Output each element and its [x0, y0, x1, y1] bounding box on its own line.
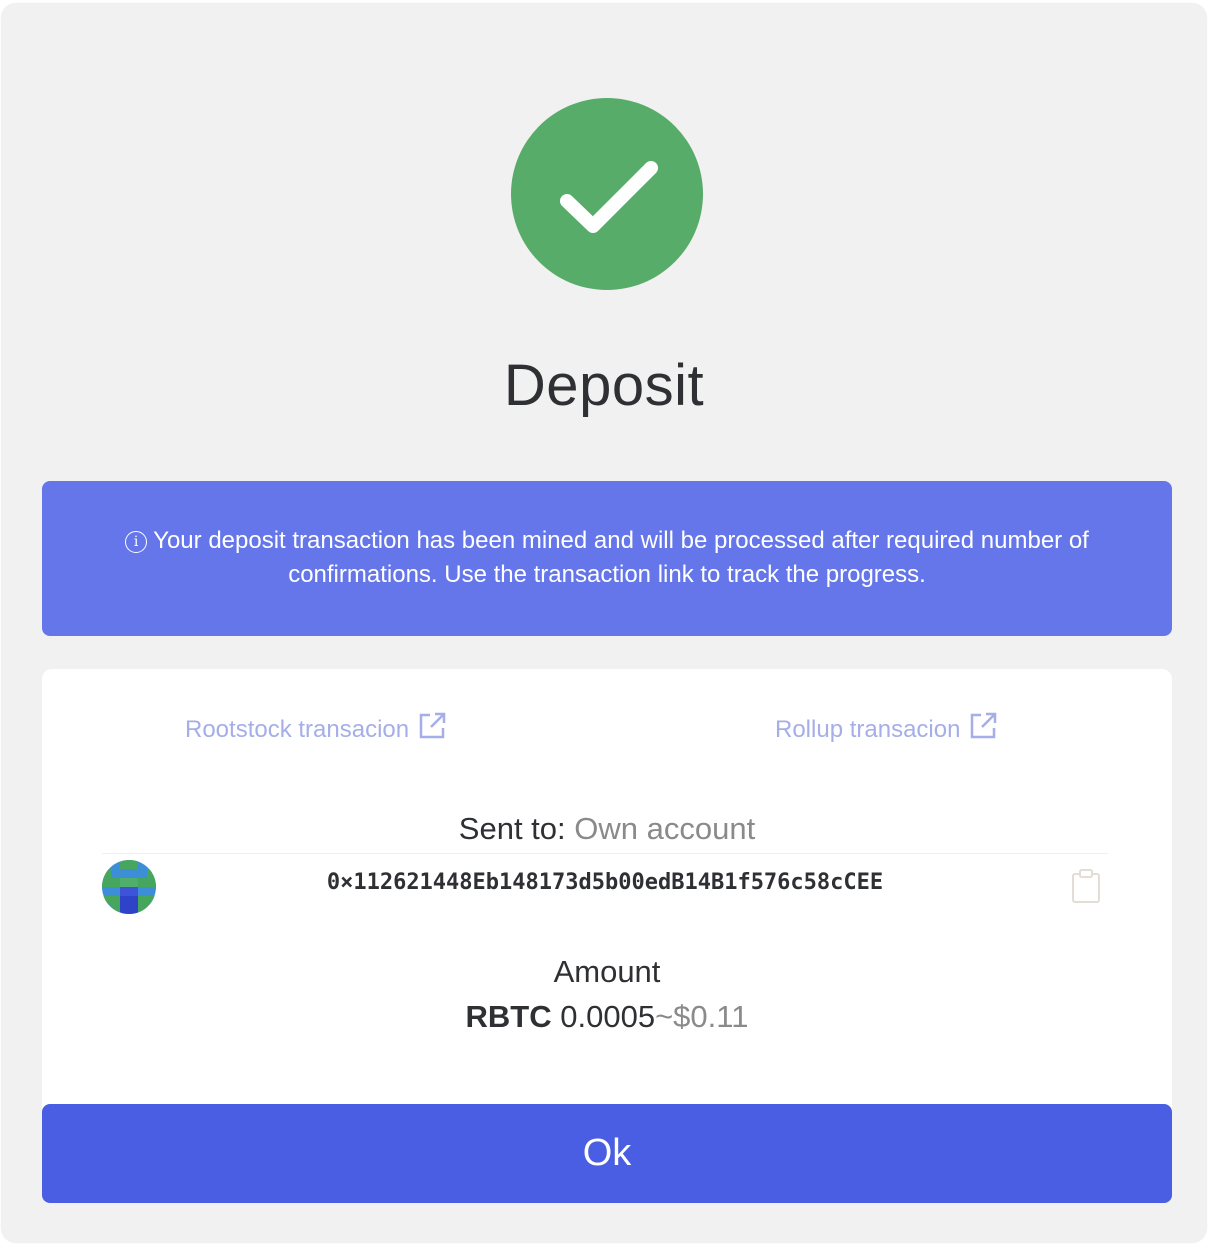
info-message: Your deposit transaction has been mined …	[153, 527, 1089, 588]
amount-fiat: ~$0.11	[655, 999, 749, 1034]
sent-to-row: Sent to: Own account	[42, 811, 1172, 847]
amount-label: Amount	[553, 954, 661, 989]
transaction-details-card: Rootstock transacion Rollup transacion S…	[42, 669, 1172, 1139]
dialog-title: Deposit	[503, 353, 705, 418]
clipboard-icon[interactable]	[1070, 868, 1102, 904]
recipient-address: 0×112621448Eb148173d5b00edB14B1f576c58cC…	[326, 870, 884, 895]
rootstock-transaction-link[interactable]: Rootstock transacion	[185, 711, 447, 748]
amount-value-row: RBTC 0.0005~$0.11	[42, 999, 1172, 1035]
external-link-icon	[968, 711, 998, 748]
check-circle-icon	[511, 98, 703, 290]
amount-symbol: RBTC	[465, 999, 552, 1034]
rollup-transaction-label: Rollup transacion	[775, 716, 961, 743]
ok-button[interactable]: Ok	[42, 1104, 1172, 1203]
external-link-icon	[417, 711, 447, 748]
recipient-address-row: 0×112621448Eb148173d5b00edB14B1f576c58cC…	[102, 853, 1108, 917]
rollup-transaction-link[interactable]: Rollup transacion	[775, 711, 998, 748]
amount-value: 0.0005	[560, 999, 656, 1034]
checkmark-icon	[560, 161, 658, 233]
sent-to-label: Sent to:	[458, 811, 566, 846]
rootstock-transaction-label: Rootstock transacion	[185, 716, 410, 743]
info-banner: i Your deposit transaction has been mined…	[42, 481, 1172, 636]
sent-to-value: Own account	[574, 811, 756, 846]
deposit-dialog: Deposit i Your deposit transaction has be…	[2, 4, 1206, 1242]
info-icon: i	[125, 531, 148, 553]
